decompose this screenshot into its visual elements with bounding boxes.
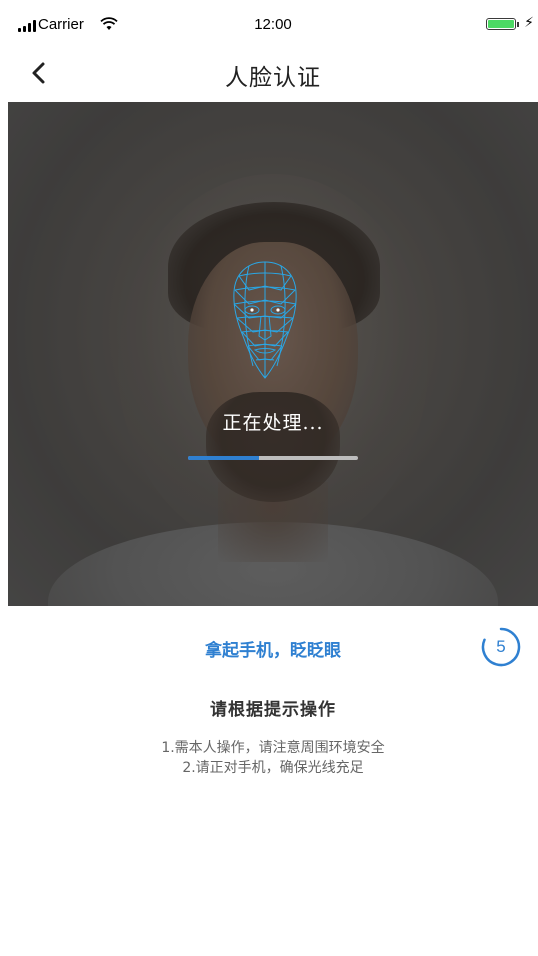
tip-item: 2.请正对手机，确保光线充足 (182, 760, 364, 776)
camera-preview: 正在处理... (8, 102, 538, 606)
countdown-number: 5 (496, 637, 506, 656)
battery-tip (517, 22, 519, 27)
app-screen: Carrier 12:00 ⚡ 人脸认证 正在处理... 拿起手机，眨眨眼 5 … (8, 8, 538, 956)
clock: 12:00 (254, 16, 292, 33)
charging-icon: ⚡ (524, 15, 534, 31)
tip-item: 1.需本人操作，请注意周围环境安全 (161, 740, 385, 756)
battery-icon (486, 18, 516, 30)
face-mesh-icon (233, 261, 297, 379)
progress-fill (188, 456, 260, 460)
tips-list: 1.需本人操作，请注意周围环境安全 2.请正对手机，确保光线充足 (8, 738, 538, 778)
progress-bar (188, 456, 358, 460)
status-bar: Carrier 12:00 ⚡ (8, 8, 538, 44)
nav-bar: 人脸认证 (8, 44, 538, 102)
processing-status: 正在处理... (222, 412, 324, 434)
instruction-subtitle: 请根据提示操作 (210, 700, 336, 720)
action-prompt: 拿起手机，眨眨眼 (205, 641, 341, 661)
page-title: 人脸认证 (225, 65, 321, 91)
